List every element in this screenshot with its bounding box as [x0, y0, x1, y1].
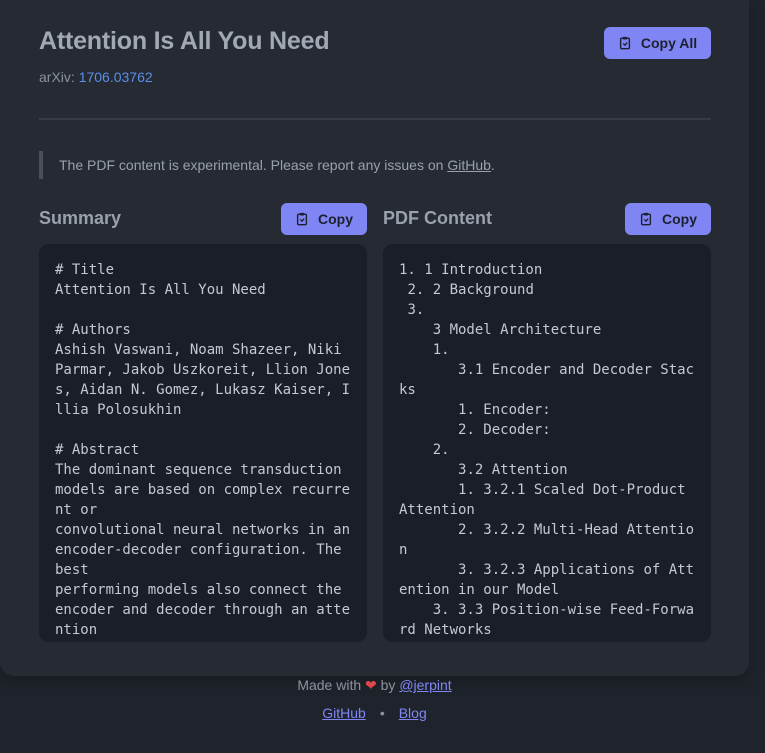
pdf-copy-button[interactable]: Copy — [625, 203, 711, 235]
author-link[interactable]: @jerpint — [399, 677, 451, 693]
pdf-content-box[interactable]: 1. 1 Introduction 2. 2 Background 3. 3 M… — [383, 244, 711, 642]
copy-all-label: Copy All — [640, 35, 698, 51]
header-divider — [39, 118, 711, 120]
pdf-copy-label: Copy — [662, 211, 697, 227]
copy-all-button[interactable]: Copy All — [604, 27, 711, 59]
summary-copy-label: Copy — [318, 211, 353, 227]
experimental-notice: The PDF content is experimental. Please … — [39, 151, 711, 179]
notice-github-link[interactable]: GitHub — [447, 157, 491, 173]
by-text: by — [380, 677, 396, 693]
footer-blog-link[interactable]: Blog — [399, 705, 427, 721]
arxiv-reference: arXiv: 1706.03762 — [39, 69, 153, 85]
footer-github-link[interactable]: GitHub — [322, 705, 366, 721]
footer-links: GitHub • Blog — [0, 705, 749, 721]
notice-text: The PDF content is experimental. Please … — [59, 157, 448, 173]
arxiv-id-link[interactable]: 1706.03762 — [79, 69, 153, 85]
notice-end: . — [490, 157, 495, 173]
summary-copy-button[interactable]: Copy — [281, 203, 367, 235]
pdf-content-heading: PDF Content — [383, 208, 492, 228]
arxiv-label: arXiv: — [39, 69, 75, 85]
pdf-content: 1. 1 Introduction 2. 2 Background 3. 3 M… — [399, 262, 695, 638]
clipboard-icon — [296, 212, 308, 226]
summary-heading: Summary — [39, 208, 122, 228]
footer-credit: Made with ❤ by @jerpint — [0, 677, 749, 694]
clipboard-icon — [640, 212, 652, 226]
footer-separator: • — [379, 705, 385, 721]
summary-content-box[interactable]: # Title Attention Is All You Need # Auth… — [39, 244, 367, 642]
made-with-text: Made with — [297, 677, 362, 693]
summary-content: # Title Attention Is All You Need # Auth… — [55, 262, 351, 638]
heart-icon: ❤ — [365, 677, 377, 693]
page-title: Attention Is All You Need — [39, 27, 330, 55]
clipboard-icon — [619, 36, 630, 50]
